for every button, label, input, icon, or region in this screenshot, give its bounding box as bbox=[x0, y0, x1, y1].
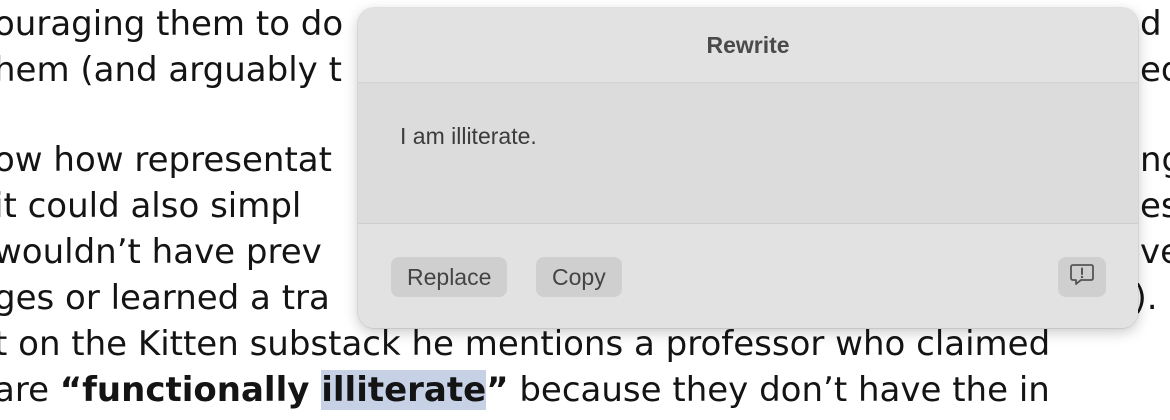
doc-line-8: are “functionally illiterate” because th… bbox=[0, 370, 1050, 410]
doc-line-3-right: ng bbox=[1140, 140, 1170, 180]
doc-line-4: it could also simpl bbox=[0, 186, 302, 226]
doc-line-2-right: ed bbox=[1140, 50, 1170, 90]
doc-line-8-suffix: because they don’t have the in bbox=[508, 370, 1050, 410]
doc-line-2: hem (and arguably t bbox=[0, 50, 342, 90]
doc-line-6: ges or learned a tra bbox=[0, 278, 330, 318]
rewrite-popover: Rewrite I am illiterate. Replace Copy bbox=[358, 8, 1138, 328]
rewrite-result-area: I am illiterate. bbox=[358, 83, 1138, 224]
doc-line-3: ow how representat bbox=[0, 140, 332, 180]
doc-bold-close: ” bbox=[486, 370, 509, 410]
feedback-exclamation-bubble-icon bbox=[1069, 263, 1095, 291]
doc-bold-open: “functionally bbox=[59, 370, 322, 410]
selected-word[interactable]: illiterate bbox=[321, 370, 487, 410]
rewrite-result-text[interactable]: I am illiterate. bbox=[400, 123, 537, 150]
doc-line-5-right: ve bbox=[1140, 232, 1170, 272]
replace-button[interactable]: Replace bbox=[391, 257, 508, 297]
feedback-button[interactable] bbox=[1058, 257, 1106, 297]
copy-button[interactable]: Copy bbox=[536, 257, 622, 297]
doc-line-5: wouldn’t have prev bbox=[0, 232, 322, 272]
doc-bold-phrase: “functionally illiterate” bbox=[60, 370, 509, 410]
popover-title: Rewrite bbox=[358, 8, 1138, 83]
doc-line-1: ouraging them to do bbox=[0, 4, 344, 44]
doc-line-4-right: es bbox=[1140, 186, 1170, 226]
doc-line-8-prefix: are bbox=[0, 370, 60, 410]
popover-footer: Replace Copy bbox=[358, 224, 1138, 328]
doc-line-7: t on the Kitten substack he mentions a p… bbox=[0, 324, 1051, 364]
doc-line-1-right: d bbox=[1140, 4, 1162, 44]
